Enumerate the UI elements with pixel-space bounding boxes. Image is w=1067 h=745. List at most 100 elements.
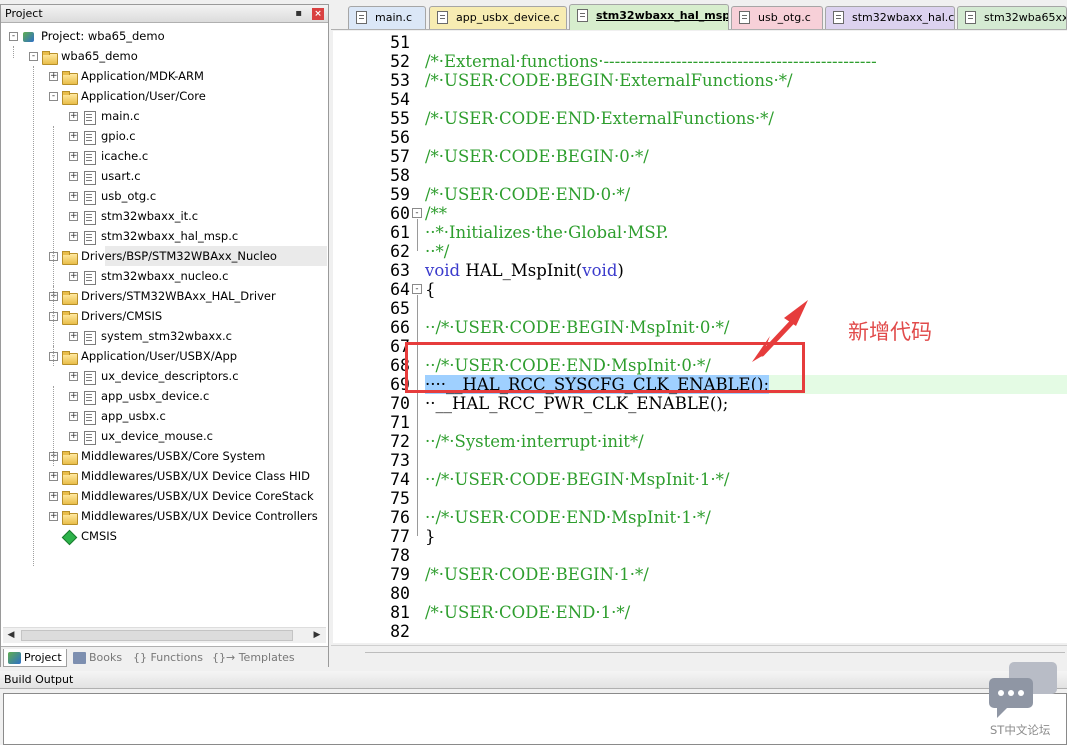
code-line[interactable]: /*·USER·CODE·END·ExternalFunctions·*/ <box>425 109 774 128</box>
tree-item-label: gpio.c <box>101 129 136 143</box>
line-number: 63 <box>390 261 410 280</box>
tree-item[interactable]: + stm32wbaxx_hal_msp.c <box>69 226 238 246</box>
code-line[interactable]: ··/*·USER·CODE·BEGIN·MspInit·0·*/ <box>425 318 729 337</box>
tree-item[interactable]: - Application/User/Core <box>49 86 206 106</box>
code-line[interactable]: ··*·Initializes·the·Global·MSP. <box>425 223 669 242</box>
tree-item[interactable]: + Drivers/STM32WBAxx_HAL_Driver <box>49 286 276 306</box>
code-line[interactable]: } <box>425 527 436 546</box>
tree-connector <box>33 66 34 566</box>
code-line[interactable]: /*·USER·CODE·BEGIN·ExternalFunctions·*/ <box>425 71 793 90</box>
pin-icon[interactable]: ▪ <box>295 5 302 23</box>
code-line[interactable]: { <box>425 280 436 299</box>
editor-tab[interactable]: stm32wba65xx.c <box>957 6 1067 29</box>
tree-item[interactable]: + usart.c <box>69 166 141 186</box>
editor-tab[interactable]: usb_otg.c <box>731 6 823 29</box>
tree-item[interactable]: - Application/User/USBX/App <box>49 346 237 366</box>
code-line[interactable]: ··*/ <box>425 242 449 261</box>
code-area[interactable]: 51 52 53 54 55 56 57 58 59 60 61 62 63 64 65 66 67 68 69 70… <box>333 31 1067 643</box>
tree-item[interactable]: - Drivers/BSP/STM32WBAxx_Nucleo <box>49 246 277 266</box>
code-text: ··/*·USER·CODE·END·MspInit·1·*/ <box>425 508 711 527</box>
tab-templates[interactable]: {}→ Templates <box>208 649 304 667</box>
editor-horizontal-scrollbar[interactable] <box>331 645 1067 667</box>
expand-icon[interactable]: + <box>69 372 78 381</box>
line-number: 55 <box>390 109 410 128</box>
code-line[interactable]: /*·USER·CODE·END·0·*/ <box>425 185 630 204</box>
expand-icon[interactable]: + <box>69 392 78 401</box>
tree-item[interactable]: + Middlewares/USBX/UX Device CoreStack <box>49 486 314 506</box>
expand-icon[interactable]: + <box>69 232 78 241</box>
tree-item[interactable]: + ux_device_descriptors.c <box>69 366 239 386</box>
code-line[interactable]: void HAL_MspInit(void) <box>425 261 624 280</box>
tree-item[interactable]: + gpio.c <box>69 126 136 146</box>
expand-icon[interactable]: + <box>69 192 78 201</box>
expand-icon[interactable]: + <box>49 512 58 521</box>
tree-connector <box>53 126 54 356</box>
code-line[interactable]: ··__HAL_RCC_PWR_CLK_ENABLE(); <box>425 394 728 413</box>
collapse-icon[interactable]: - <box>49 92 58 101</box>
tree-item[interactable]: + app_usbx.c <box>69 406 166 426</box>
tree-item[interactable]: + app_usbx_device.c <box>69 386 209 406</box>
file-icon <box>81 410 97 425</box>
scroll-left-icon[interactable]: ◀ <box>4 629 18 642</box>
editor-tab[interactable]: app_usbx_device.c <box>429 6 567 29</box>
scroll-track <box>365 652 1065 653</box>
tree-item[interactable]: + main.c <box>69 106 140 126</box>
expand-icon[interactable]: + <box>69 112 78 121</box>
tree-item[interactable]: - Drivers/CMSIS <box>49 306 162 326</box>
file-icon <box>81 130 97 145</box>
tree-item[interactable]: + system_stm32wbaxx.c <box>69 326 232 346</box>
tree-item[interactable]: + ux_device_mouse.c <box>69 426 213 446</box>
code-text: /*·USER·CODE·END·1·*/ <box>425 603 631 622</box>
tree-item[interactable]: + stm32wbaxx_it.c <box>69 206 198 226</box>
editor-tab[interactable]: stm32wbaxx_hal.c <box>825 6 955 29</box>
collapse-icon[interactable]: - <box>9 32 18 41</box>
expand-icon[interactable]: + <box>69 152 78 161</box>
code-line[interactable]: ··/*·USER·CODE·END·MspInit·1·*/ <box>425 508 711 527</box>
tree-item-label: icache.c <box>101 149 149 163</box>
tree-item[interactable]: + Middlewares/USBX/Core System <box>49 446 265 466</box>
close-icon[interactable]: × <box>312 8 324 20</box>
tree-item-label: Application/User/Core <box>81 89 206 103</box>
expand-icon[interactable]: + <box>69 332 78 341</box>
build-output-text[interactable] <box>3 693 1067 745</box>
scroll-right-icon[interactable]: ▶ <box>310 629 324 642</box>
expand-icon[interactable]: + <box>69 132 78 141</box>
editor-tab[interactable]: main.c <box>348 6 426 29</box>
tree-item[interactable]: - wba65_demo <box>29 46 138 66</box>
expand-icon[interactable]: + <box>69 412 78 421</box>
code-line[interactable]: ··/*·USER·CODE·BEGIN·MspInit·1·*/ <box>425 470 729 489</box>
tab-functions-label: {} Functions <box>133 651 204 664</box>
tree-item[interactable]: + Middlewares/USBX/UX Device Class HID <box>49 466 310 486</box>
project-horizontal-scrollbar[interactable]: ◀ ▶ <box>3 627 326 643</box>
expand-icon[interactable]: + <box>49 72 58 81</box>
editor-tab[interactable]: stm32wbaxx_hal_msp.c <box>569 4 729 30</box>
tree-item[interactable]: + usb_otg.c <box>69 186 156 206</box>
expand-icon[interactable]: + <box>49 492 58 501</box>
expand-icon[interactable]: + <box>69 172 78 181</box>
tree-item[interactable]: + icache.c <box>69 146 148 166</box>
code-line[interactable]: /*·USER·CODE·BEGIN·0·*/ <box>425 147 649 166</box>
expand-icon[interactable]: + <box>69 272 78 281</box>
tree-item[interactable]: + stm32wbaxx_nucleo.c <box>69 266 228 286</box>
tab-project[interactable]: Project <box>3 649 67 667</box>
expand-icon[interactable]: + <box>69 212 78 221</box>
fold-toggle-icon[interactable]: - <box>412 284 422 294</box>
tree-item[interactable]: + Application/MDK-ARM <box>49 66 204 86</box>
code-line[interactable]: ··/*·System·interrupt·init*/ <box>425 432 644 451</box>
collapse-icon[interactable]: - <box>29 52 38 61</box>
code-text: /*·USER·CODE·BEGIN·ExternalFunctions·*/ <box>425 71 793 90</box>
expand-icon[interactable]: + <box>49 472 58 481</box>
tree-item-label: Application/User/USBX/App <box>81 349 238 363</box>
code-line[interactable]: /*·USER·CODE·BEGIN·1·*/ <box>425 565 649 584</box>
code-line[interactable]: /** <box>425 204 447 223</box>
expand-icon[interactable]: + <box>69 432 78 441</box>
editor-tab-bar: main.c app_usbx_device.c stm32wbaxx_hal_ms… <box>331 0 1067 30</box>
tree-item[interactable]: - Project: wba65_demo <box>9 26 165 46</box>
code-line[interactable]: /*·USER·CODE·END·1·*/ <box>425 603 630 622</box>
code-line[interactable]: /*·External·functions·------------------… <box>425 52 877 71</box>
tree-item[interactable]: CMSIS <box>49 526 117 546</box>
tree-item[interactable]: + Middlewares/USBX/UX Device Controllers <box>49 506 318 526</box>
fold-toggle-icon[interactable]: - <box>412 208 422 218</box>
tab-functions[interactable]: {} Functions <box>115 649 207 667</box>
scrollbar-thumb[interactable] <box>21 630 293 641</box>
